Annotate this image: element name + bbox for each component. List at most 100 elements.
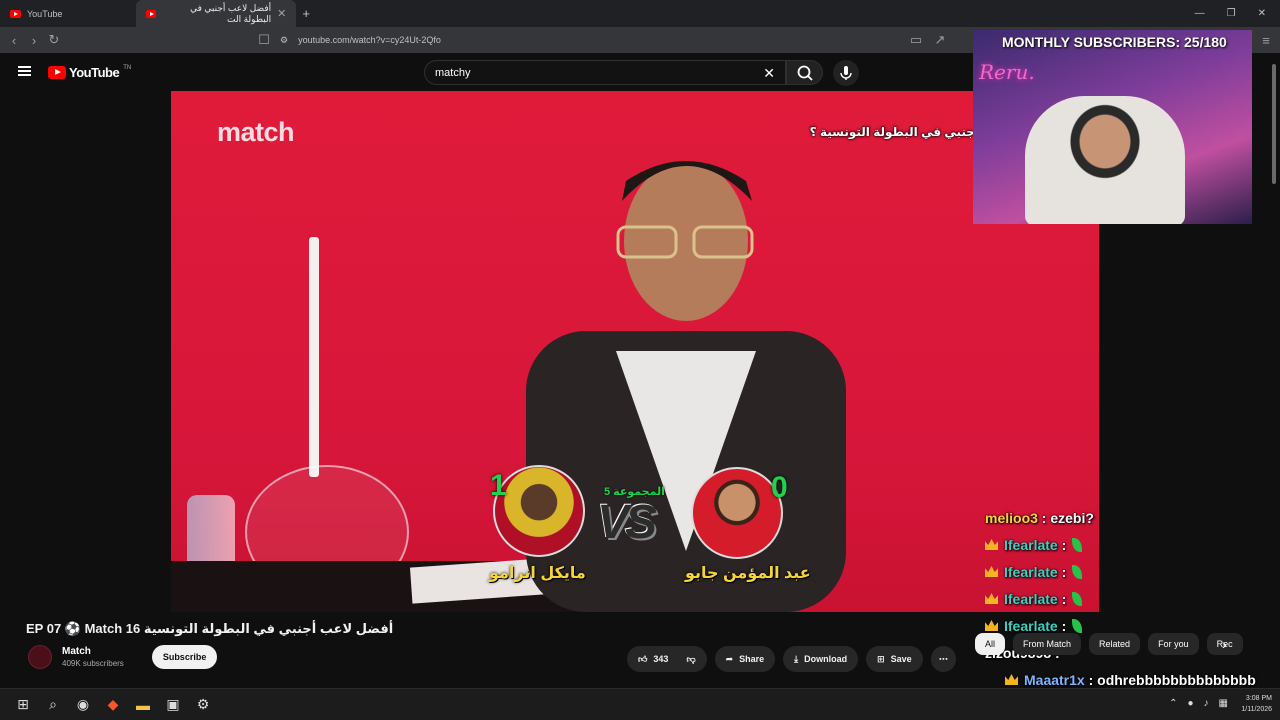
hamburger-menu-icon[interactable]: [18, 66, 31, 76]
match-watermark: match: [217, 117, 295, 147]
steam-icon[interactable]: ⚙: [192, 694, 214, 716]
related-filter-chips: All From Match Related For you Rec: [975, 633, 1243, 655]
download-label: Download: [804, 654, 848, 664]
streamer-image: [1025, 96, 1185, 224]
video-actions: 👍︎ 343 👎︎ ➦ Share ⤓ Download ⊞ Save ⋯: [627, 646, 956, 672]
chat-user: melioo3: [985, 509, 1038, 526]
taskbar-app-icon[interactable]: ◉: [72, 694, 94, 716]
cast-icon[interactable]: ▭: [906, 32, 926, 48]
leaf-emote-icon: [1072, 618, 1083, 633]
channel-info: Match 409K subscribers: [62, 646, 124, 668]
chat-message: melioo3 : ezebi?: [985, 504, 1275, 531]
new-tab-icon[interactable]: +: [302, 6, 310, 21]
dislike-icon[interactable]: 👎︎: [686, 654, 695, 665]
os-taskbar: ⊞ ⌕ ◉ ◆ ▬ ▣ ⚙ ⌃ ● ♪ ▦ 3:08 PM 1/11/2026: [0, 688, 1280, 720]
file-explorer-icon[interactable]: ▬: [132, 694, 154, 716]
leaf-emote-icon: [1072, 537, 1083, 552]
tab-youtube[interactable]: YouTube: [0, 0, 72, 27]
chat-user: Ifearlate: [1004, 617, 1058, 634]
chat-text: : ezebi?: [1041, 509, 1094, 526]
close-window-icon[interactable]: ✕: [1258, 8, 1266, 19]
like-count: 343: [653, 654, 669, 664]
share-page-icon[interactable]: ↗: [930, 32, 950, 48]
forward-icon[interactable]: ›: [24, 33, 44, 48]
tab-label: YouTube: [27, 8, 63, 19]
right-player-score: 0: [771, 471, 788, 504]
share-label: Share: [739, 654, 765, 664]
chips-next-icon[interactable]: ›: [1222, 636, 1227, 652]
youtube-logo[interactable]: YouTube TN: [48, 65, 131, 80]
chat-message: Ifearlate :: [985, 558, 1275, 585]
site-info-icon[interactable]: ⚙: [280, 35, 288, 46]
chip-for-you[interactable]: For you: [1148, 633, 1199, 655]
save-button[interactable]: ⊞ Save: [866, 646, 923, 672]
tray-app-icon[interactable]: ●: [1188, 698, 1194, 709]
page-scrollbar[interactable]: [1272, 64, 1276, 184]
search-button[interactable]: [786, 60, 823, 85]
download-button[interactable]: ⤓ Download: [783, 646, 859, 672]
photos-icon[interactable]: ▣: [162, 694, 184, 716]
subscribe-button[interactable]: Subscribe: [151, 645, 218, 669]
close-tab-icon[interactable]: ✕: [277, 7, 286, 20]
versus-badge: VS: [597, 496, 657, 549]
window-controls: — ❐ ✕: [1195, 8, 1280, 19]
chip-related[interactable]: Related: [1089, 633, 1141, 655]
restore-icon[interactable]: ❐: [1227, 8, 1236, 19]
youtube-favicon-icon: [10, 9, 21, 18]
voice-search-button[interactable]: [833, 60, 859, 86]
chat-text: :: [1061, 536, 1067, 553]
thumbs-up-icon: 👍︎: [638, 653, 648, 664]
like-button[interactable]: 👍︎ 343 👎︎: [627, 646, 707, 672]
browser-menu-icon[interactable]: ≡: [1256, 33, 1276, 48]
tray-chevron-icon[interactable]: ⌃: [1169, 698, 1177, 709]
chat-user: Maaatr1x: [1024, 671, 1085, 688]
search-icon: [797, 65, 813, 81]
clock-time: 3:08 PM: [1245, 695, 1272, 702]
video-player[interactable]: match جنبي في البطولة التونسية ؟ 1 0 الم…: [171, 91, 1099, 612]
chat-message: Ifearlate :: [985, 585, 1275, 612]
search-input[interactable]: matchy ✕: [424, 60, 786, 85]
taskbar-search-icon[interactable]: ⌕: [42, 694, 64, 716]
streamer-webcam: Reru.: [973, 30, 1252, 224]
tab-video[interactable]: أفضل لاعب أجنبي في البطولة الت ✕: [136, 0, 297, 27]
microphone-icon: [840, 66, 852, 80]
url-field[interactable]: ⚙ youtube.com/watch?v=cy24Ut-2Qfo: [280, 31, 960, 49]
bookmark-icon[interactable]: ☐: [254, 32, 274, 48]
chat-text: :: [1061, 590, 1067, 607]
right-player-name: عبد المؤمن جابو: [685, 565, 811, 582]
download-icon: ⤓: [794, 653, 799, 664]
channel-name[interactable]: Match: [62, 646, 124, 657]
chat-text: :: [1061, 563, 1067, 580]
right-player-photo: [691, 467, 783, 559]
chat-text: :: [1061, 617, 1067, 634]
clock[interactable]: 3:08 PM 1/11/2026: [1241, 693, 1272, 715]
chip-all[interactable]: All: [975, 633, 1006, 655]
crown-badge-icon: [1005, 674, 1018, 685]
tab-label: أفضل لاعب أجنبي في البطولة الت: [190, 2, 272, 24]
brave-browser-icon[interactable]: ◆: [102, 694, 124, 716]
crown-badge-icon: [985, 620, 998, 631]
chat-text: : odhrebbbbbbbbbbbbbb: [1088, 671, 1256, 688]
url-text: youtube.com/watch?v=cy24Ut-2Qfo: [298, 35, 441, 45]
reload-icon[interactable]: ↻: [44, 32, 64, 48]
clock-date: 1/11/2026: [1241, 706, 1272, 713]
clear-search-icon[interactable]: ✕: [763, 65, 775, 82]
left-player-name: مايكل انرامو: [489, 565, 586, 582]
back-icon[interactable]: ‹: [4, 33, 24, 48]
volume-icon[interactable]: ♪: [1204, 698, 1209, 709]
more-actions-button[interactable]: ⋯: [930, 646, 956, 672]
share-button[interactable]: ➦ Share: [714, 646, 776, 672]
chat-message: Ifearlate :: [985, 531, 1275, 558]
youtube-favicon-icon: [146, 9, 156, 18]
windows-start-icon[interactable]: ⊞: [12, 694, 34, 716]
streamer-signature: Reru.: [979, 60, 1035, 84]
network-icon[interactable]: ▦: [1219, 698, 1228, 709]
chip-from-match[interactable]: From Match: [1013, 633, 1082, 655]
browser-tab-bar: YouTube أفضل لاعب أجنبي في البطولة الت ✕…: [0, 0, 1280, 27]
minimize-icon[interactable]: —: [1195, 8, 1205, 19]
leaf-emote-icon: [1072, 591, 1083, 606]
channel-avatar[interactable]: [28, 645, 52, 669]
save-icon: ⊞: [877, 653, 885, 664]
youtube-play-icon: [48, 66, 66, 79]
chat-overlay: melioo3 : ezebi? Ifearlate : Ifearlate :…: [985, 504, 1275, 693]
